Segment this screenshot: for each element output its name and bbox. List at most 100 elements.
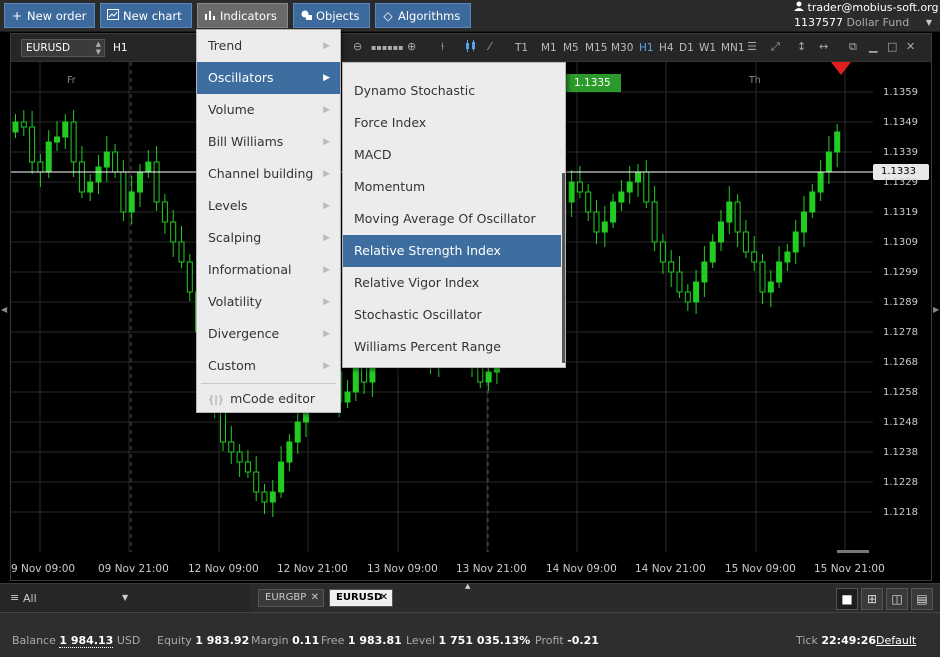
submenu-item-williams-percent-range[interactable]: Williams Percent Range: [343, 331, 561, 363]
menu-item-trend[interactable]: Trend ▶: [197, 30, 340, 62]
submenu-item-relative-vigor-index[interactable]: Relative Vigor Index: [343, 267, 561, 299]
menu-item-label: Volatility: [208, 294, 262, 309]
timeframe-label[interactable]: H1: [113, 42, 128, 54]
menu-item-label: Oscillators: [208, 70, 274, 85]
menu-item-levels[interactable]: Levels ▶: [197, 190, 340, 222]
candle-chart-icon[interactable]: [465, 40, 477, 55]
zoom-slider[interactable]: ▪▪▪▪▪▪: [371, 43, 404, 52]
level-display: Level 1 751 035.13%: [406, 634, 530, 647]
timeframe-d1-button[interactable]: D1: [679, 42, 694, 54]
submenu-item-stochastic-oscillator[interactable]: Stochastic Oscillator: [343, 299, 561, 331]
plus-icon: +: [11, 8, 23, 23]
indicator-list-icon[interactable]: ☰: [747, 40, 757, 53]
candle-body: [742, 231, 749, 253]
timeframe-mn1-button[interactable]: MN1: [721, 42, 745, 54]
menu-item-informational[interactable]: Informational ▶: [197, 254, 340, 286]
price-tick-label: 1.1268: [883, 357, 918, 368]
close-icon[interactable]: ✕: [906, 40, 915, 53]
indicators-button[interactable]: Indicators: [197, 3, 288, 28]
menu-item-custom[interactable]: Custom ▶: [197, 350, 340, 382]
stepper-icon: ▲ ▼: [95, 40, 101, 56]
tab-eurgbp[interactable]: EURGBP ✕: [258, 589, 324, 607]
minimize-icon[interactable]: ▁: [869, 40, 877, 53]
submenu-item-moving-average-of-oscillator[interactable]: Moving Average Of Oscillator: [343, 203, 561, 235]
candle-body: [103, 151, 110, 168]
candle-body: [734, 201, 741, 233]
timeframe-h4-button[interactable]: H4: [659, 42, 674, 54]
profit-display: Profit -0.21: [535, 634, 599, 647]
chevron-right-icon: ▶: [323, 41, 330, 51]
menu-item-mcode-editor[interactable]: {|} mCode editor: [197, 383, 340, 415]
menu-item-volatility[interactable]: Volatility ▶: [197, 286, 340, 318]
timeframe-m30-button[interactable]: M30: [611, 42, 633, 54]
timeframe-w1-button[interactable]: W1: [699, 42, 716, 54]
time-tick-label: 14 Nov 09:00: [546, 563, 617, 575]
zoom-out-icon[interactable]: ⊖: [353, 40, 362, 53]
timeframe-m1-button[interactable]: M1: [541, 42, 557, 54]
order-price-tag[interactable]: 1.1335: [566, 74, 621, 92]
objects-button[interactable]: Objects: [293, 3, 370, 28]
default-link[interactable]: Default: [876, 634, 916, 647]
symbol-value: EURUSD: [26, 42, 71, 54]
timeframe-m5-button[interactable]: M5: [563, 42, 579, 54]
menu-item-channel-building[interactable]: Channel building ▶: [197, 158, 340, 190]
collapse-arrow-icon[interactable]: ▲: [465, 582, 470, 590]
menu-item-oscillators[interactable]: Oscillators ▶: [197, 62, 340, 94]
candle-body: [278, 461, 285, 493]
close-icon[interactable]: ✕: [380, 590, 388, 606]
level-value: 1 751 035.13%: [438, 634, 531, 647]
bar-chart-icon[interactable]: ⫮: [441, 40, 444, 54]
left-panel-toggle-icon[interactable]: ◀: [1, 305, 7, 314]
submenu-item-macd[interactable]: MACD: [343, 139, 561, 171]
price-tick-label: 1.1319: [883, 207, 918, 218]
vertical-arrows-icon[interactable]: ↕: [797, 40, 806, 53]
menu-item-volume[interactable]: Volume ▶: [197, 94, 340, 126]
menu-item-scalping[interactable]: Scalping ▶: [197, 222, 340, 254]
menu-item-bill-williams[interactable]: Bill Williams ▶: [197, 126, 340, 158]
margin-value: 0.11: [292, 634, 320, 647]
submenu-item-demarker[interactable]: DeMarker: [343, 63, 561, 75]
new-chart-button[interactable]: New chart: [100, 3, 192, 28]
submenu-item-momentum[interactable]: Momentum: [343, 171, 561, 203]
menu-item-divergence[interactable]: Divergence ▶: [197, 318, 340, 350]
tab-eurusd[interactable]: EURUSD ✕: [329, 589, 393, 607]
submenu-item-dynamo-stochastic[interactable]: Dynamo Stochastic: [343, 75, 561, 107]
right-panel-toggle-icon[interactable]: ▶: [933, 305, 939, 314]
maximize-icon[interactable]: □: [887, 40, 897, 53]
zoom-in-icon[interactable]: ⊕: [407, 40, 416, 53]
candle-body: [178, 241, 185, 263]
submenu-item-force-index[interactable]: Force Index: [343, 107, 561, 139]
tab-label: EURGBP: [265, 592, 307, 603]
time-tick-label: 14 Nov 21:00: [635, 563, 706, 575]
layout-columns-button[interactable]: ◫: [886, 588, 908, 610]
close-icon[interactable]: ✕: [311, 590, 319, 606]
account-selector[interactable]: trader@mobius-soft.org 1137577 Dollar Fu…: [790, 0, 940, 32]
price-tick-label: 1.1309: [883, 237, 918, 248]
timeframe-h1-button[interactable]: H1: [639, 42, 654, 54]
filter-select[interactable]: ≡ All ▼: [0, 584, 250, 613]
horizontal-arrows-icon[interactable]: ↔: [819, 40, 828, 53]
line-chart-icon[interactable]: ⁄: [489, 40, 491, 53]
detach-icon[interactable]: ⧉: [849, 40, 857, 54]
free-display: Free 1 983.81: [321, 634, 402, 647]
candle-body: [62, 121, 69, 138]
time-axis: 9 Nov 09:00 09 Nov 21:00 12 Nov 09:00 12 No…: [11, 552, 931, 580]
algorithms-button[interactable]: ◇ Algorithms: [375, 3, 471, 28]
submenu-item-relative-strength-index[interactable]: Relative Strength Index: [343, 235, 561, 267]
submenu-scrollbar[interactable]: [562, 173, 565, 363]
expand-diagonal-icon[interactable]: ⤢: [771, 40, 780, 54]
new-order-button[interactable]: + New order: [4, 3, 95, 28]
layout-rows-button[interactable]: ▤: [911, 588, 933, 610]
user-email: trader@mobius-soft.org: [807, 1, 939, 14]
symbol-select[interactable]: EURUSD ▲ ▼: [21, 39, 105, 57]
timeframe-m15-button[interactable]: M15: [585, 42, 607, 54]
layout-grid-button[interactable]: ⊞: [861, 588, 883, 610]
timeframe-t1-button[interactable]: T1: [515, 42, 528, 54]
price-tick-label: 1.1248: [883, 417, 918, 428]
price-tick-label: 1.1289: [883, 297, 918, 308]
alert-marker-icon[interactable]: [831, 62, 851, 75]
candle-body: [825, 151, 832, 173]
chart-tabs-bar: ≡ All ▼ EURGBP ✕ EURUSD ✕ ▲ ■ ⊞ ◫ ▤: [0, 582, 940, 613]
layout-single-button[interactable]: ■: [836, 588, 858, 610]
candle-body: [643, 171, 650, 203]
